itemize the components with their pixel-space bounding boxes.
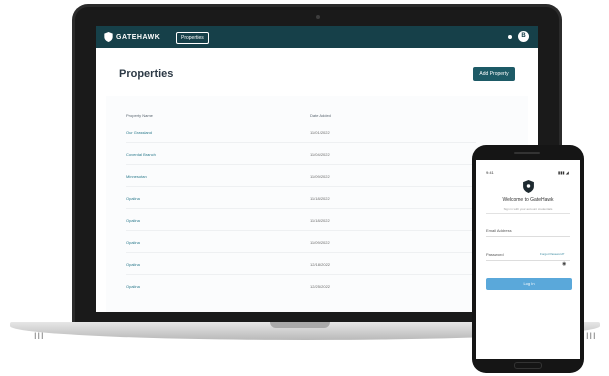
laptop-notch	[270, 322, 330, 328]
phone-screen: 9:41 ▮▮▮ ◢ Welcome to GateHawk Sign in w…	[476, 160, 580, 359]
table-row[interactable]: Minnesotan 11/09/2022	[106, 174, 476, 196]
brand-logo[interactable]: GATEHAWK	[104, 32, 160, 42]
column-header-date-added[interactable]: Date Added	[310, 113, 331, 118]
vent-right: III	[586, 331, 597, 341]
date-added: 11/18/2022	[310, 196, 330, 201]
table-row[interactable]: Opalina 11/09/2022	[106, 240, 476, 262]
status-time: 9:41	[486, 170, 494, 175]
column-header-property-name[interactable]: Property Name	[126, 113, 153, 118]
row-divider	[126, 208, 476, 209]
shield-icon	[523, 180, 534, 193]
forgot-password-link[interactable]: Forgot Password?	[540, 252, 564, 256]
vent-left: III	[34, 331, 45, 341]
shield-icon	[104, 32, 113, 42]
row-divider	[126, 164, 476, 165]
row-divider	[126, 230, 476, 231]
date-added: 12/18/2022	[310, 262, 331, 267]
page-title: Properties	[119, 68, 174, 80]
row-divider	[126, 142, 476, 143]
eye-icon[interactable]: ◉	[562, 261, 566, 267]
property-name-link[interactable]: Opalina	[126, 196, 140, 201]
property-name-link[interactable]: Opalina	[126, 262, 140, 267]
brand-name: GATEHAWK	[116, 33, 161, 41]
notification-icon[interactable]	[508, 35, 512, 39]
property-name-link[interactable]: Coverdal Branch	[126, 152, 156, 157]
password-field[interactable]	[486, 260, 570, 261]
table-row[interactable]: Opalina 11/18/2022	[106, 196, 476, 218]
add-property-button[interactable]: Add Property	[473, 67, 515, 81]
phone-speaker	[514, 152, 540, 154]
email-label: Email Address	[486, 228, 512, 233]
row-divider	[126, 252, 476, 253]
property-name-link[interactable]: Opalina	[126, 284, 140, 289]
avatar[interactable]: B	[518, 31, 529, 42]
table-row[interactable]: Coverdal Branch 11/04/2022	[106, 152, 476, 174]
date-added: 11/09/2022	[310, 240, 330, 245]
welcome-subtitle: Sign in with your account credentials	[503, 207, 553, 211]
tab-properties[interactable]: Properties	[176, 32, 209, 44]
row-divider	[126, 186, 476, 187]
divider	[486, 213, 570, 214]
login-button[interactable]: Log In	[486, 278, 572, 290]
date-added: 12/25/2022	[310, 284, 331, 289]
app-header: GATEHAWK Properties B	[96, 26, 538, 48]
table-row[interactable]: Opalina 12/18/2022	[106, 262, 476, 284]
property-name-link[interactable]: Opalina	[126, 218, 140, 223]
date-added: 11/01/2022	[310, 130, 330, 135]
date-added: 11/09/2022	[310, 174, 330, 179]
email-field[interactable]	[486, 236, 570, 237]
welcome-heading: Welcome to GateHawk	[502, 197, 554, 203]
date-added: 11/04/2022	[310, 152, 330, 157]
table-row[interactable]: Opalina 11/18/2022	[106, 218, 476, 240]
property-name-link[interactable]: Our Grassland	[126, 130, 152, 135]
table-row[interactable]: Opalina 12/25/2022	[106, 284, 476, 306]
signal-battery-icon: ▮▮▮ ◢	[558, 170, 569, 175]
property-name-link[interactable]: Minnesotan	[126, 174, 147, 179]
password-label: Password	[486, 252, 504, 257]
row-divider	[126, 274, 476, 275]
laptop-camera	[316, 15, 320, 19]
home-button[interactable]	[514, 362, 542, 369]
table-row[interactable]: Our Grassland 11/01/2022	[106, 130, 476, 152]
property-name-link[interactable]: Opalina	[126, 240, 140, 245]
date-added: 11/18/2022	[310, 218, 330, 223]
